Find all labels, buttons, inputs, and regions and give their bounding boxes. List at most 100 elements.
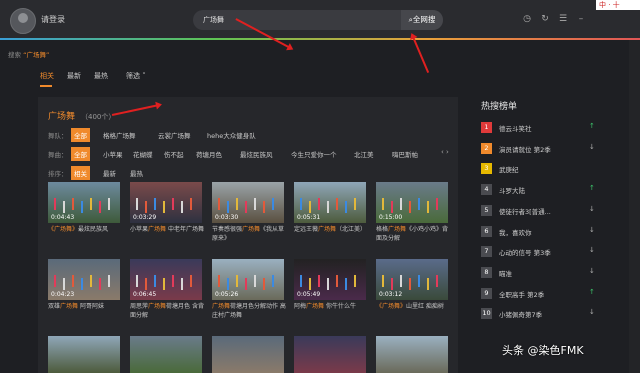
hot-list-title: 热搜榜单 <box>481 102 518 112</box>
song-chip[interactable]: 荷塘月色 <box>193 147 225 161</box>
hot-item-label: 使徒行者3[普通... <box>499 207 551 216</box>
video-thumbnail[interactable] <box>48 336 120 373</box>
caption-keyword: 《广场舞》 <box>48 226 79 233</box>
dancer-figure <box>318 198 320 210</box>
video-thumbnail[interactable]: 0:03:12 <box>376 259 448 300</box>
tab-filter[interactable]: 筛选 ˅ <box>126 71 146 81</box>
avatar[interactable] <box>10 8 36 34</box>
hot-list-item[interactable]: 10 小猪佩奇第7季 ↓ <box>481 308 601 322</box>
video-thumbnail[interactable]: 0:06:45 <box>130 259 202 300</box>
dancer-figure <box>427 201 429 213</box>
video-thumbnail[interactable]: 0:15:00 <box>376 182 448 223</box>
search-button[interactable]: ⌕全网搜 <box>401 10 443 30</box>
sort-label: 排序： <box>48 170 68 178</box>
trend-down-icon: ↓ <box>589 204 595 213</box>
color-bar <box>0 38 640 40</box>
dancer-figure <box>190 198 192 210</box>
minimize-icon[interactable]: – <box>576 14 586 24</box>
video-caption[interactable]: 广场舞荷塘月色分解动作 高庄村广场舞 <box>212 302 288 320</box>
team-chip[interactable]: 云裳广场舞 <box>155 128 194 142</box>
dancer-figure <box>300 198 302 210</box>
video-thumbnail[interactable]: 0:04:43 <box>48 182 120 223</box>
caption-keyword: 广场舞 <box>60 303 79 310</box>
menu-icon[interactable]: ☰ <box>558 14 568 24</box>
video-caption[interactable]: 格格广场舞《小鸡小鸡》背面及分解 <box>376 225 452 243</box>
dancer-figure <box>145 278 147 290</box>
hot-list-item[interactable]: 1 德云斗笑社 ↑ <box>481 122 601 136</box>
results-keyword: 广场舞 <box>48 112 76 122</box>
video-caption[interactable]: 节奏感很强广场舞《我从草原来》 <box>212 225 288 243</box>
song-chip[interactable]: 嗨巴斯帕 <box>389 147 421 161</box>
video-caption[interactable]: 阿梅广场舞 你牛什么牛 <box>294 302 370 320</box>
dancer-figure <box>409 201 411 213</box>
song-chip[interactable]: 最炫民族风 <box>237 147 276 161</box>
refresh-icon[interactable]: ↻ <box>540 14 550 24</box>
annotation-arrow <box>411 35 429 74</box>
hot-item-label: 瞄准 <box>499 269 512 278</box>
hot-list-item[interactable]: 6 我，喜欢你 ↓ <box>481 225 601 240</box>
team-chip[interactable]: 格格广场舞 <box>100 128 139 142</box>
video-caption[interactable]: 定远王薇广场舞（北江美） <box>294 225 370 243</box>
hot-list-item[interactable]: 3 武庚纪 <box>481 163 601 177</box>
tab-hottest[interactable]: 最热 <box>94 71 108 81</box>
video-thumbnail[interactable]: 0:05:49 <box>294 259 366 300</box>
song-chip[interactable]: 伤不起 <box>161 147 187 161</box>
video-thumbnail[interactable] <box>212 336 284 373</box>
dancer-figure <box>263 201 265 213</box>
dancer-figure <box>327 278 329 290</box>
search-box[interactable]: 广场舞 ⌕全网搜 <box>193 10 443 30</box>
hot-list-item[interactable]: 9 全职高手 第2季 ↑ <box>481 287 601 302</box>
team-chip[interactable]: 全部 <box>71 128 90 142</box>
dancer-figure <box>90 275 92 287</box>
video-thumbnail[interactable]: 0:03:29 <box>130 182 202 223</box>
video-caption[interactable]: 小苹果广场舞 中老年广场舞 <box>130 225 206 243</box>
song-chip[interactable]: 花蝴蝶 <box>130 147 156 161</box>
dancer-figure <box>263 278 265 290</box>
dancer-figure <box>427 278 429 290</box>
video-thumbnail[interactable] <box>376 336 448 373</box>
search-input[interactable]: 广场舞 <box>203 15 224 25</box>
video-thumbnail[interactable] <box>294 336 366 373</box>
video-thumbnail[interactable]: 0:05:26 <box>212 259 284 300</box>
video-caption[interactable]: 双雄广场舞 阿哥阿妹 <box>48 302 124 320</box>
sort-chip[interactable]: 相关 <box>71 166 90 180</box>
dancer-figure <box>136 198 138 210</box>
hot-list-item[interactable]: 7 心动的信号 第3季 ↓ <box>481 246 601 260</box>
video-caption[interactable]: 《广场舞》最炫民族风 <box>48 225 124 243</box>
trend-down-icon: ↓ <box>589 266 595 275</box>
hot-list-item[interactable]: 4 斗罗大陆 ↑ <box>481 184 601 198</box>
team-chip[interactable]: hehe大众健身队 <box>204 128 259 142</box>
hot-list-item[interactable]: 2 演员请就位 第2季 ↓ <box>481 142 601 157</box>
dancer-figure <box>336 198 338 210</box>
breadcrumb-keyword: “广场舞” <box>23 51 50 59</box>
rank-badge: 4 <box>481 184 492 196</box>
song-chip[interactable]: 全部 <box>71 147 90 161</box>
sort-chip[interactable]: 最新 <box>100 166 119 180</box>
video-thumbnail[interactable] <box>130 336 202 373</box>
song-chip[interactable]: 今生只爱你一个 <box>288 147 340 161</box>
history-icon[interactable]: ◷ <box>522 14 532 24</box>
chevron-left-right-icon[interactable]: ‹ › <box>441 148 449 156</box>
video-caption[interactable]: 周思萍广场舞荷塘月色 含背面分解 <box>130 302 206 320</box>
video-caption[interactable]: 《广场舞》山里红 痴痴树 <box>376 302 452 320</box>
tab-related[interactable]: 相关 <box>40 71 54 81</box>
site-logo: 中 · 十 <box>596 0 640 10</box>
hot-list-item[interactable]: 8 瞄准 ↓ <box>481 266 601 281</box>
scrollbar[interactable] <box>629 40 640 373</box>
hot-list-item[interactable]: 5 使徒行者3[普通... ↓ <box>481 204 601 219</box>
video-thumbnail[interactable]: 0:04:23 <box>48 259 120 300</box>
video-thumbnail[interactable]: 0:05:31 <box>294 182 366 223</box>
tab-latest[interactable]: 最新 <box>67 71 81 81</box>
breadcrumb-prefix: 搜索 <box>8 51 21 59</box>
dancer-figure <box>254 198 256 210</box>
song-chip[interactable]: 北江美 <box>351 147 377 161</box>
caption-text: 定远王薇 <box>294 226 319 233</box>
rank-badge: 2 <box>481 142 492 154</box>
video-thumbnail[interactable]: 0:03:30 <box>212 182 284 223</box>
sort-chip[interactable]: 最热 <box>127 166 146 180</box>
dancer-figure <box>418 275 420 287</box>
dancer-figure <box>218 198 220 210</box>
song-chip[interactable]: 小苹果 <box>100 147 126 161</box>
caption-keyword: 广场舞 <box>212 303 231 310</box>
login-link[interactable]: 请登录 <box>41 14 65 25</box>
